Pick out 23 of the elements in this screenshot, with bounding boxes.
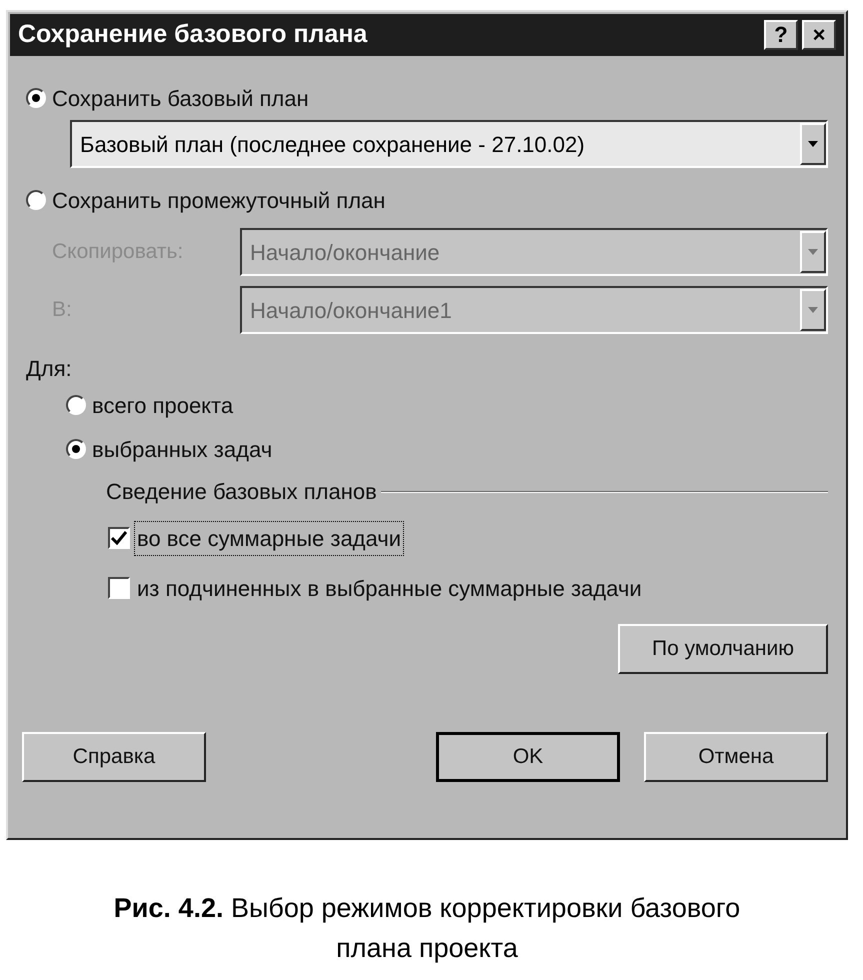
radio-label[interactable]: выбранных задач: [92, 432, 272, 466]
section-label: Для:: [26, 355, 72, 383]
radio-button[interactable]: [66, 395, 86, 415]
dialog-button[interactable]: OK: [436, 732, 620, 782]
dialog-button[interactable]: Справка: [22, 732, 206, 782]
group-label: Сведение базовых планов: [106, 478, 377, 506]
checkbox-label[interactable]: во все суммарные задачи: [134, 520, 404, 556]
checkbox[interactable]: [108, 577, 130, 599]
radio-label[interactable]: Сохранить промежуточный план: [52, 184, 386, 216]
checkbox[interactable]: [108, 527, 130, 549]
window-title: Сохранение базового плана: [18, 19, 368, 50]
radio-button[interactable]: [26, 190, 46, 210]
figure-caption: Рис. 4.2. Выбор режимов корректировки базового плана проекта: [112, 892, 742, 965]
defaults-button[interactable]: По умолчанию: [618, 624, 828, 674]
dropdown-field[interactable]: Базовый план (последнее сохранение - 27.10.02): [70, 120, 828, 168]
help-button[interactable]: ?: [764, 20, 798, 50]
radio-button[interactable]: [26, 88, 46, 108]
radio-button[interactable]: [66, 439, 86, 459]
checkbox-label[interactable]: из подчиненных в выбранные суммарные задачи: [134, 570, 645, 606]
close-button[interactable]: ×: [802, 20, 836, 50]
radio-label[interactable]: Сохранить базовый план: [52, 82, 309, 114]
dialog-button[interactable]: Отмена: [644, 732, 828, 782]
radio-label[interactable]: всего проекта: [92, 388, 234, 422]
